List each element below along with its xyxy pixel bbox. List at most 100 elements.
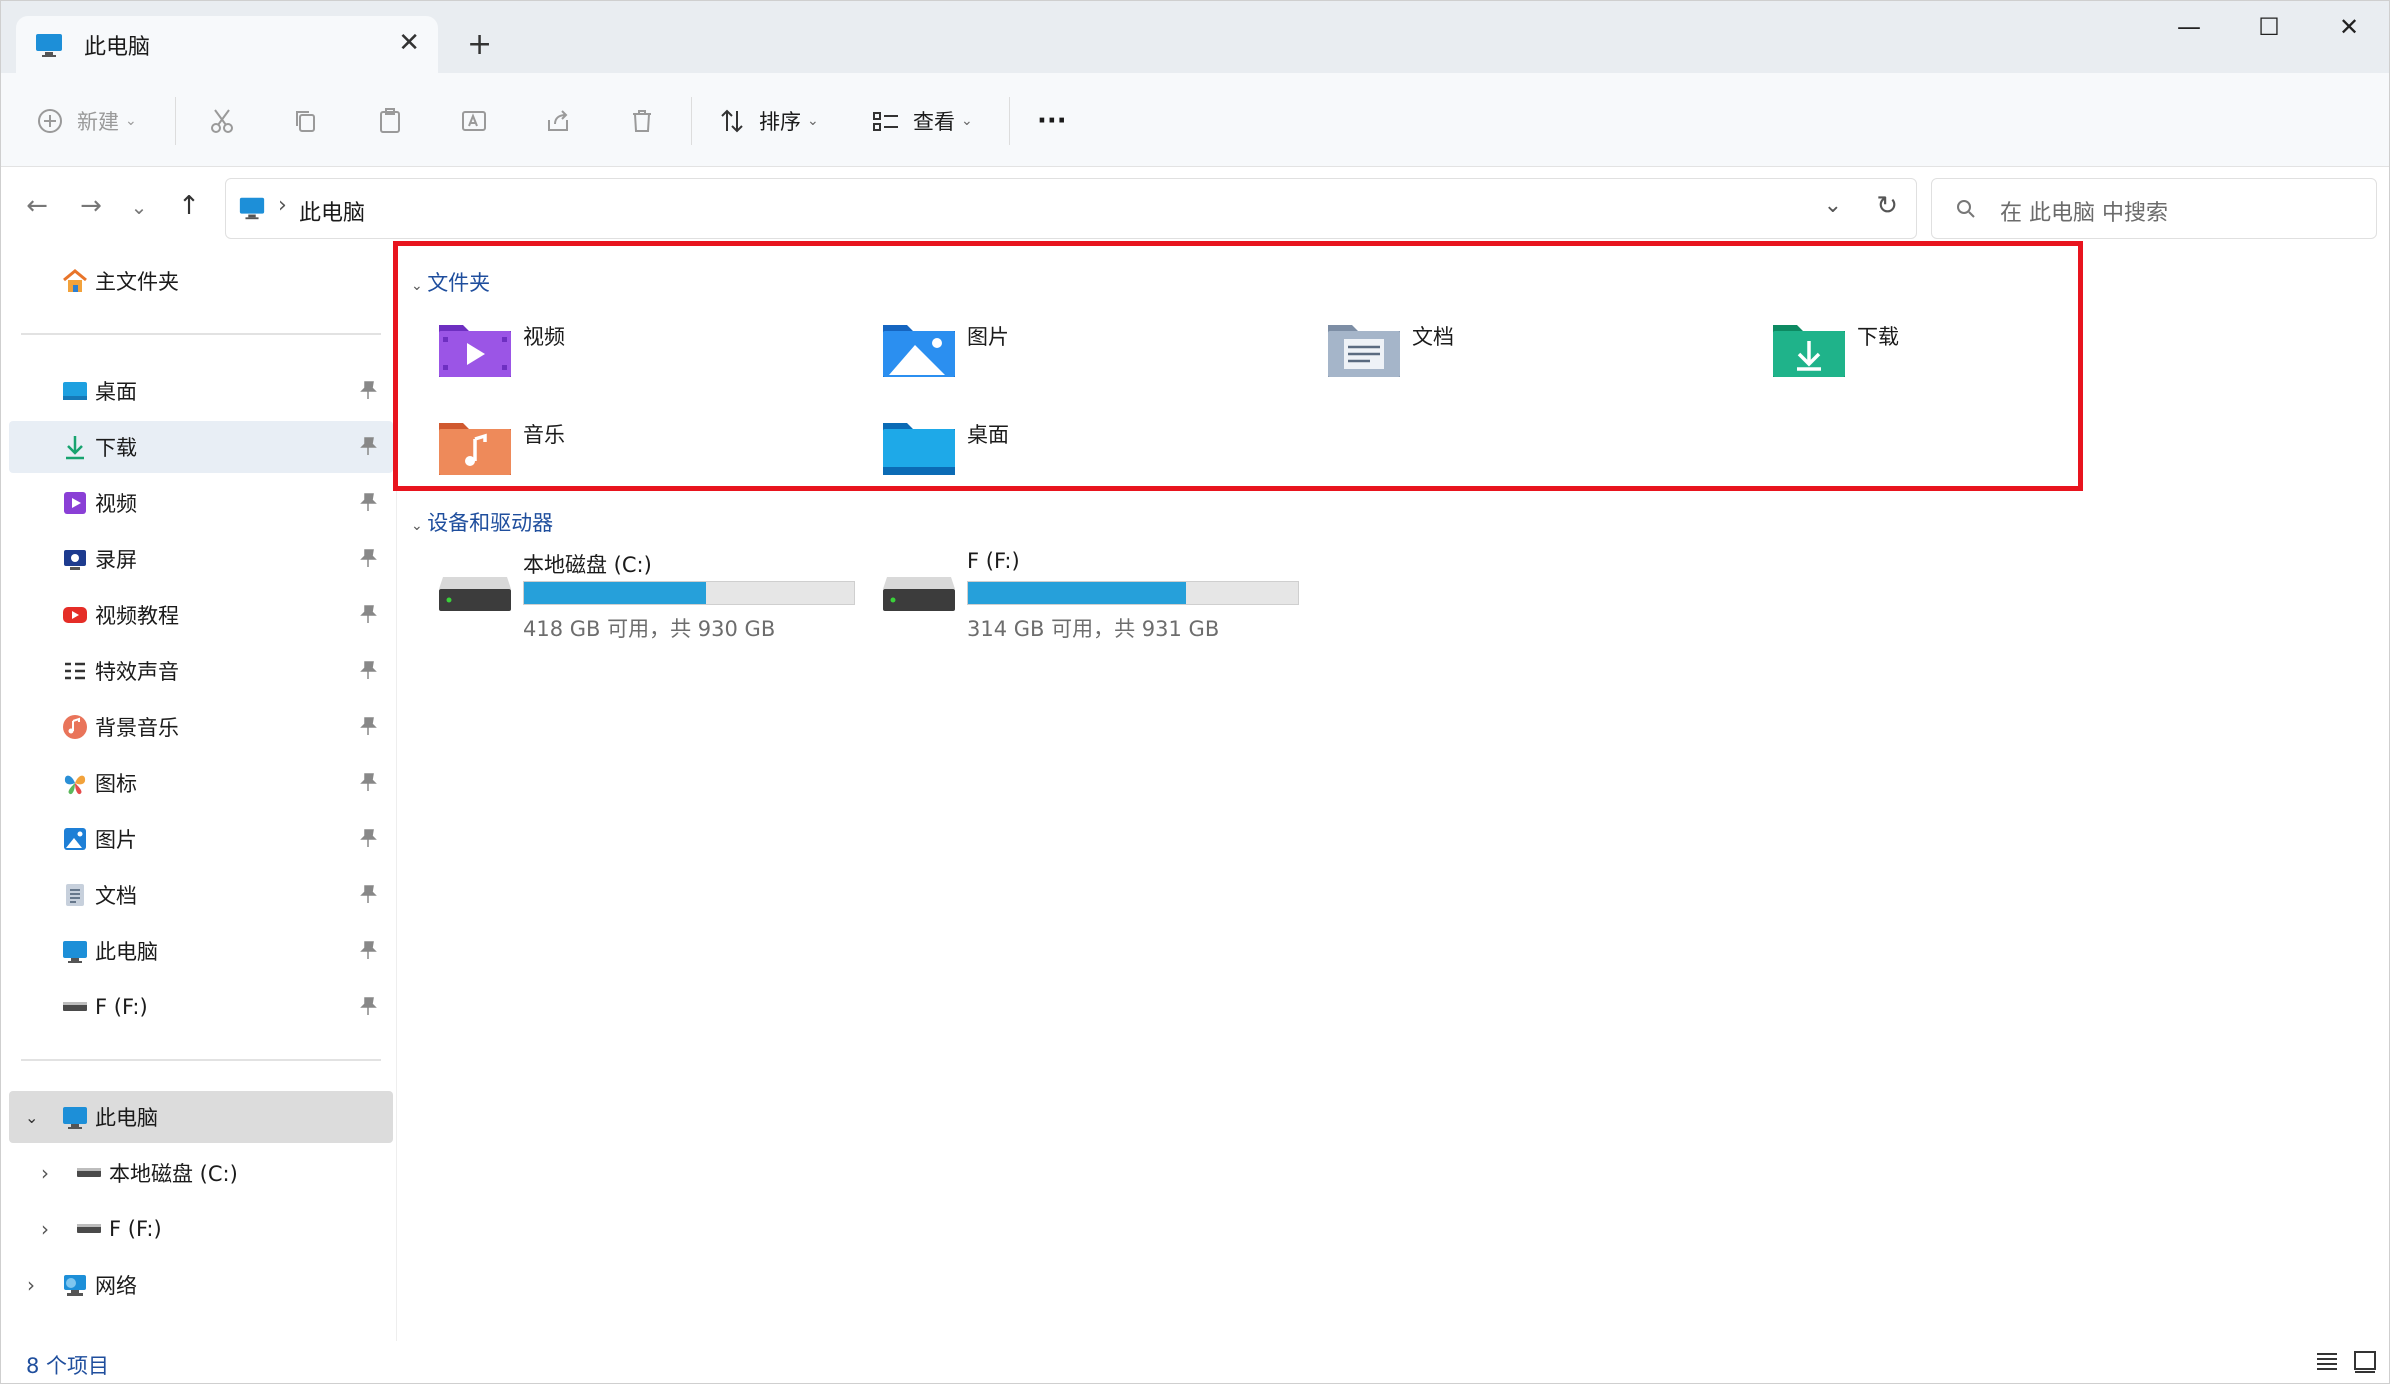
trash-icon xyxy=(633,110,651,132)
sidebar-label: 视频 xyxy=(95,492,137,516)
paste-button[interactable] xyxy=(375,101,405,141)
devices-group-header[interactable]: ⌄ 设备和驱动器 xyxy=(411,507,553,537)
new-tab-button[interactable]: + xyxy=(467,27,492,62)
forward-button[interactable]: → xyxy=(71,191,111,221)
copy-icon xyxy=(296,111,315,132)
sidebar-label: 特效声音 xyxy=(95,660,179,684)
sidebar-item-home[interactable]: 主文件夹 xyxy=(9,255,393,307)
sidebar-item-video-tutorials[interactable]: 视频教程 xyxy=(9,589,393,641)
tree-item-network[interactable]: › 网络 xyxy=(9,1259,393,1311)
pin-icon[interactable] xyxy=(357,435,379,457)
recent-locations-button[interactable]: ⌄ xyxy=(119,195,159,219)
monitor-icon xyxy=(63,941,87,963)
pin-icon[interactable] xyxy=(357,659,379,681)
sidebar-item-screen-recording[interactable]: 录屏 xyxy=(9,533,393,585)
sidebar-item-background-music[interactable]: 背景音乐 xyxy=(9,701,393,753)
list-icon xyxy=(65,662,85,680)
sidebar-label: 录屏 xyxy=(95,548,137,572)
pin-icon[interactable] xyxy=(357,491,379,513)
group-label: 设备和驱动器 xyxy=(427,511,554,535)
home-icon xyxy=(63,269,87,292)
pin-icon[interactable] xyxy=(357,827,379,849)
copy-button[interactable] xyxy=(291,101,321,141)
pin-icon[interactable] xyxy=(357,771,379,793)
share-icon xyxy=(548,110,568,131)
sidebar-label: 文档 xyxy=(95,884,137,908)
drive-f[interactable]: F (F:) 314 GB 可用，共 931 GB xyxy=(881,549,1321,641)
tab-label: 此电脑 xyxy=(84,34,151,60)
breadcrumb-this-pc[interactable]: 此电脑 xyxy=(299,195,365,227)
chevron-right-icon[interactable]: › xyxy=(27,1273,35,1297)
sort-icon xyxy=(721,109,743,133)
pin-icon[interactable] xyxy=(357,995,379,1017)
sidebar-item-pictures[interactable]: 图片 xyxy=(9,813,393,865)
sidebar-label: F (F:) xyxy=(95,995,148,1019)
sidebar-item-desktop[interactable]: 桌面 xyxy=(9,365,393,417)
back-button[interactable]: ← xyxy=(17,191,57,221)
drive-c[interactable]: 本地磁盘 (C:) 418 GB 可用，共 930 GB xyxy=(437,549,877,641)
sidebar-item-icons[interactable]: 图标 xyxy=(9,757,393,809)
sidebar-item-sound-effects[interactable]: 特效声音 xyxy=(9,645,393,697)
divider xyxy=(175,97,176,145)
document-icon xyxy=(66,884,84,906)
chevron-right-icon[interactable]: › xyxy=(41,1161,49,1185)
refresh-button[interactable]: ↻ xyxy=(1876,191,1898,221)
details-view-icon[interactable] xyxy=(2313,1347,2341,1375)
sidebar-item-videos[interactable]: 视频 xyxy=(9,477,393,529)
sidebar-item-this-pc-pinned[interactable]: 此电脑 xyxy=(9,925,393,977)
pin-icon[interactable] xyxy=(357,547,379,569)
search-icon xyxy=(1957,200,1975,218)
address-bar[interactable]: › 此电脑 ⌄ ↻ xyxy=(225,178,1917,239)
pin-icon[interactable] xyxy=(357,883,379,905)
download-icon xyxy=(66,436,84,460)
sidebar-label: 下载 xyxy=(95,436,137,460)
rename-icon xyxy=(462,111,486,131)
delete-button[interactable] xyxy=(627,101,657,141)
pin-icon[interactable] xyxy=(357,715,379,737)
sort-button[interactable]: 排序 ⌄ xyxy=(717,101,819,141)
pin-icon[interactable] xyxy=(357,603,379,625)
large-icons-view-icon[interactable] xyxy=(2351,1347,2379,1375)
view-label: 查看 xyxy=(913,110,955,134)
address-history-dropdown[interactable]: ⌄ xyxy=(1824,193,1842,218)
clipboard-icon xyxy=(380,108,400,133)
sidebar-label: 图片 xyxy=(95,828,137,852)
maximize-button[interactable]: ☐ xyxy=(2239,13,2299,41)
tab-close-button[interactable]: ✕ xyxy=(398,28,420,58)
rename-button[interactable] xyxy=(459,101,489,141)
butterfly-icon xyxy=(64,775,86,795)
more-options-button[interactable]: ··· xyxy=(1037,101,1067,141)
new-button[interactable]: 新建 ⌄ xyxy=(35,101,137,141)
minimize-button[interactable]: — xyxy=(2159,13,2219,41)
share-button[interactable] xyxy=(543,101,573,141)
tree-item-this-pc[interactable]: ⌄ 此电脑 xyxy=(9,1091,393,1143)
sidebar-item-documents[interactable]: 文档 xyxy=(9,869,393,921)
pin-icon[interactable] xyxy=(357,939,379,961)
search-box[interactable]: 在 此电脑 中搜索 xyxy=(1931,178,2377,239)
pin-icon[interactable] xyxy=(357,379,379,401)
chevron-down-icon[interactable]: ⌄ xyxy=(25,1108,38,1127)
network-icon xyxy=(64,1275,86,1296)
hard-drive-icon xyxy=(439,577,511,611)
drive-name: F (F:) xyxy=(967,549,1020,573)
sidebar-item-drive-f[interactable]: F (F:) xyxy=(9,981,393,1033)
close-window-button[interactable]: ✕ xyxy=(2319,13,2379,41)
sort-label: 排序 xyxy=(759,110,801,134)
breadcrumb-separator[interactable]: › xyxy=(278,193,287,218)
cut-button[interactable] xyxy=(207,101,237,141)
tree-item-drive-f[interactable]: › F (F:) xyxy=(9,1203,393,1255)
tree-item-drive-c[interactable]: › 本地磁盘 (C:) xyxy=(9,1147,393,1199)
up-button[interactable]: ↑ xyxy=(169,191,209,221)
sidebar-label: 此电脑 xyxy=(95,940,158,964)
tree-label: 此电脑 xyxy=(95,1106,158,1130)
chevron-right-icon[interactable]: › xyxy=(41,1217,49,1241)
tab-this-pc[interactable]: 此电脑 ✕ xyxy=(16,16,438,73)
command-bar: 新建 ⌄ 排序 ⌄ 查看 ⌄ ··· xyxy=(1,73,2389,167)
tree-label: 网络 xyxy=(95,1274,137,1298)
monitor-icon xyxy=(239,197,265,220)
youtube-icon xyxy=(63,607,87,623)
drive-usage-fill xyxy=(524,582,706,604)
sidebar-item-downloads[interactable]: 下载 xyxy=(9,421,393,473)
view-button[interactable]: 查看 ⌄ xyxy=(871,101,973,141)
view-icon xyxy=(873,112,898,131)
